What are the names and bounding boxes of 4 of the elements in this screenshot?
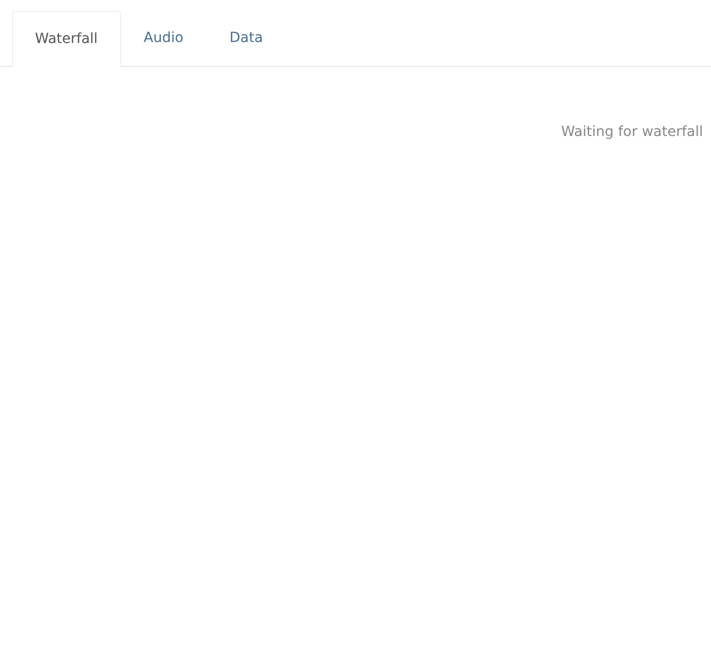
tab[interactable]: Audio [120, 10, 206, 66]
status-text: Waiting for waterfall [561, 123, 703, 142]
tab[interactable]: Waterfall [12, 11, 121, 67]
tab[interactable]: Data [206, 10, 286, 66]
